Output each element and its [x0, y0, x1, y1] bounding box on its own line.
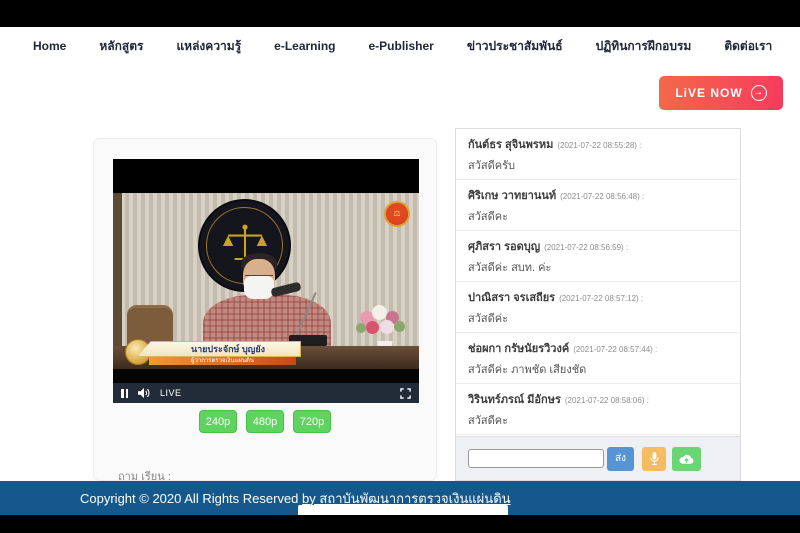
fullscreen-icon[interactable]	[400, 388, 411, 399]
chat-timestamp: (2021-07-22 08:57:12) :	[559, 294, 643, 303]
chat-author: ปาณิสรา จรเสถียร	[468, 292, 555, 304]
nav-item[interactable]: e-Learning	[274, 39, 335, 53]
chat-message: ช่อผกา กรัษนัยรวิวงค์ (2021-07-22 08:57:4…	[456, 333, 740, 384]
live-now-label: LiVE NOW	[675, 86, 742, 100]
chat-text: สวัสดีครับ	[468, 156, 728, 174]
chat-author: ศิริเกษ วาทยานนท์	[468, 190, 556, 202]
broadcast-logo-icon: ⚖	[384, 201, 410, 227]
chat-message: ปาณิสรา จรเสถียร(2021-07-22 08:57:12) : …	[456, 282, 740, 333]
top-navbar: Home หลักสูตร แหล่งความรู้ e-Learning e-Publ…	[0, 27, 800, 65]
nav-item[interactable]: Home	[33, 39, 66, 53]
speaker-face-mask	[244, 276, 274, 299]
chat-text: สวัสดีคะ	[468, 207, 728, 225]
speaker-title-banner: ผู้ว่าการตรวจเงินแผ่นดิน	[149, 357, 296, 365]
chat-timestamp: (2021-07-22 08:58:06) :	[565, 396, 649, 405]
chat-message: วิรินทร์ภรณ์ มีอักษร (2021-07-22 08:58:06…	[456, 384, 740, 435]
chat-author: ศุภิสรา รอดบุญ	[468, 241, 540, 253]
chat-input-bar: ส่ง	[455, 437, 741, 481]
quality-button[interactable]: 720p	[293, 410, 331, 433]
video-card: ⚖	[93, 138, 437, 481]
copyright-text: Copyright © 2020 All Rights Reserved	[80, 491, 298, 506]
video-scene: ⚖	[113, 193, 419, 369]
page: Home หลักสูตร แหล่งความรู้ e-Learning e-Publ…	[0, 0, 800, 533]
video-letterbox-bottom	[113, 369, 419, 383]
nav-item[interactable]: แหล่งความรู้	[176, 37, 241, 56]
chat-timestamp: (2021-07-22 08:56:48) :	[560, 192, 644, 201]
chat-message-list[interactable]: กันต์ธร สุจินพรหม (2021-07-22 08:55:28) :…	[455, 128, 741, 437]
quality-button[interactable]: 480p	[246, 410, 284, 433]
speaker-name: นายประจักษ์ บุญยัง	[173, 342, 265, 356]
quality-selector: 240p 480p 720p	[94, 410, 436, 433]
live-now-button[interactable]: LiVE NOW →	[659, 76, 783, 110]
live-indicator: LIVE	[160, 388, 182, 398]
chat-author: กันต์ธร สุจินพรหม	[468, 139, 553, 151]
chat-timestamp: (2021-07-22 08:57:44) :	[573, 345, 657, 354]
speaker-name-banner: นายประจักษ์ บุญยัง	[137, 341, 301, 357]
pause-icon[interactable]	[121, 389, 128, 398]
nav-item[interactable]: ปฏิทินการฝึกอบรม	[596, 37, 692, 56]
chat-text: สวัสดีค่ะ สบท. ค่ะ	[468, 258, 728, 276]
chat-text: สวัสดีค่ะ ภาพชัด เสียงชัด	[468, 360, 728, 378]
chat-input[interactable]	[468, 449, 604, 468]
chat-author: วิรินทร์ภรณ์ มีอักษร	[468, 394, 561, 406]
chat-message: ศิริเกษ วาทยานนท์ (2021-07-22 08:56:48) :…	[456, 180, 740, 231]
video-player[interactable]: ⚖	[113, 159, 419, 403]
speaker-title: ผู้ว่าการตรวจเงินแผ่นดิน	[191, 358, 254, 364]
microphone-button[interactable]	[642, 447, 666, 471]
arrow-right-circle-icon: →	[751, 85, 767, 101]
microphone-icon	[649, 451, 660, 466]
chat-timestamp: (2021-07-22 08:56:59) :	[544, 243, 628, 252]
video-controls-bar: LIVE	[113, 383, 419, 403]
chat-timestamp: (2021-07-22 08:55:28) :	[557, 141, 641, 150]
quality-button[interactable]: 240p	[199, 410, 237, 433]
upload-button[interactable]	[672, 447, 701, 471]
cloud-upload-icon	[678, 453, 695, 465]
chat-message: ศุภิสรา รอดบุญ (2021-07-22 08:56:59) : สว…	[456, 231, 740, 282]
chat-text: สวัสดีค่ะ	[468, 309, 728, 327]
video-letterbox-top	[113, 159, 419, 193]
bottom-letterbox	[0, 515, 800, 533]
volume-icon[interactable]	[137, 387, 151, 399]
chat-message: กันต์ธร สุจินพรหม (2021-07-22 08:55:28) :…	[456, 129, 740, 180]
nav-item[interactable]: e-Publisher	[369, 39, 434, 53]
send-button[interactable]: ส่ง	[607, 447, 634, 471]
nav-item[interactable]: ติดต่อเรา	[724, 37, 772, 56]
nav-item[interactable]: หลักสูตร	[99, 37, 143, 56]
scene-wall-left	[113, 193, 122, 369]
nav-item[interactable]: ข่าวประชาสัมพันธ์	[467, 37, 563, 56]
chat-author: ช่อผกา กรัษนัยรวิวงค์	[468, 343, 569, 355]
chat-text: สวัสดีคะ	[468, 411, 728, 429]
